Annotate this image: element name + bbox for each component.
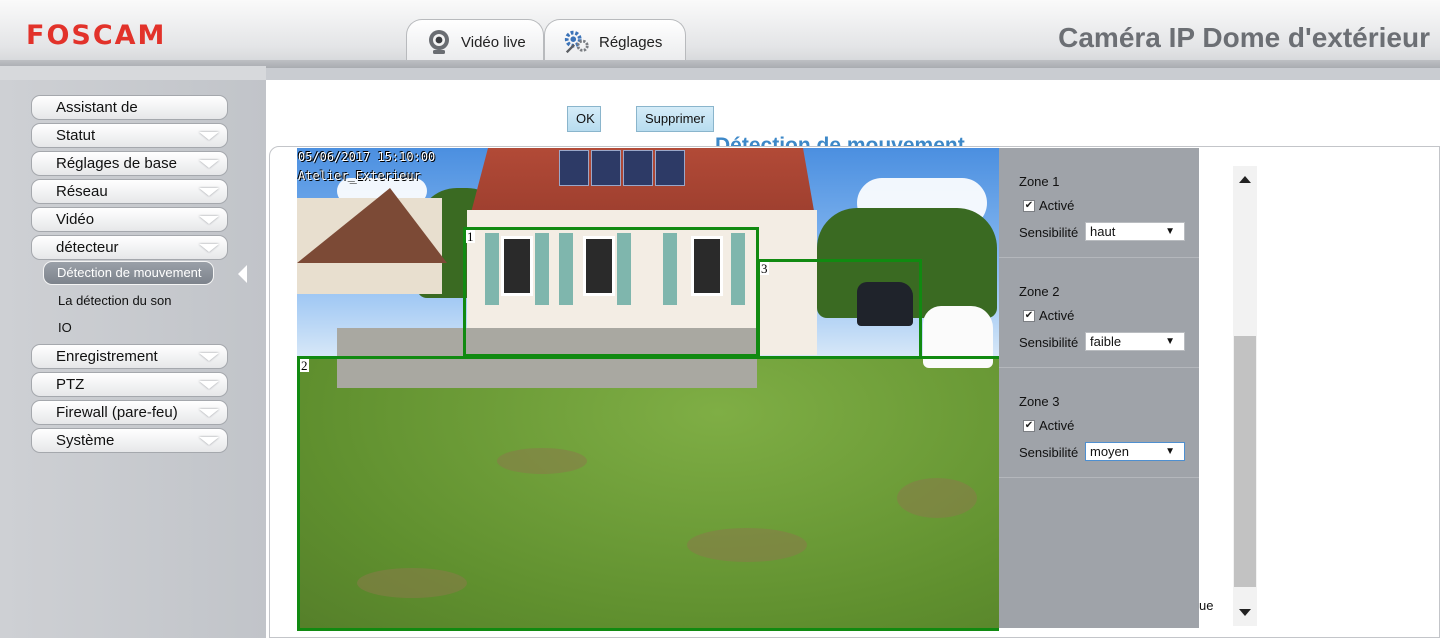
- chevron-down-icon: [199, 353, 219, 361]
- webcam-icon: [425, 28, 453, 56]
- zone-title: Zone 3: [1019, 394, 1060, 409]
- zone-settings-panel: Zone 1 ✔ Activé Sensibilité haut ▼ Zone …: [999, 148, 1199, 628]
- sidebar-item-status[interactable]: Statut: [31, 123, 228, 148]
- zone-title: Zone 2: [1019, 284, 1060, 299]
- sensitivity-value: haut: [1090, 224, 1116, 239]
- sidebar-item-detector[interactable]: détecteur: [31, 235, 228, 260]
- zone-enabled-checkbox[interactable]: ✔: [1023, 309, 1035, 322]
- sidebar-item-ptz[interactable]: PTZ: [31, 372, 228, 397]
- zone-enabled-label: Activé: [1039, 308, 1075, 323]
- chevron-down-icon: [199, 188, 219, 196]
- detection-zone-1[interactable]: 1: [463, 227, 759, 357]
- sidebar-item-video[interactable]: Vidéo: [31, 207, 228, 232]
- dropdown-arrow-icon: ▼: [1165, 226, 1175, 237]
- tab-settings[interactable]: Réglages: [544, 19, 686, 64]
- sidebar-subitem-label: Détection de mouvement: [57, 265, 202, 280]
- zone-config-2: Zone 2 ✔ Activé Sensibilité faible ▼: [999, 258, 1199, 368]
- tab-live-video-label: Vidéo live: [461, 33, 526, 51]
- zone-number-label: 2: [300, 358, 309, 373]
- foscam-logo: FOSCAM: [26, 20, 167, 51]
- zone-enabled-label: Activé: [1039, 198, 1075, 213]
- scroll-down-arrow-icon[interactable]: [1239, 609, 1251, 616]
- tab-settings-label: Réglages: [599, 33, 663, 51]
- sidebar-item-firewall[interactable]: Firewall (pare-feu): [31, 400, 228, 425]
- chevron-down-icon: [199, 244, 219, 252]
- zone-number-label: 1: [466, 229, 475, 244]
- sidebar-item-label: Statut: [56, 127, 96, 144]
- gears-icon: [563, 28, 591, 56]
- sidebar-item-label: PTZ: [56, 376, 85, 393]
- sidebar-item-label: Enregistrement: [56, 348, 158, 365]
- zone-enabled-label: Activé: [1039, 418, 1075, 433]
- zone-enabled-checkbox[interactable]: ✔: [1023, 419, 1035, 432]
- sidebar-item-basic-settings[interactable]: Réglages de base: [31, 151, 228, 176]
- detection-zone-2[interactable]: 2: [297, 356, 999, 631]
- sidebar-subitem-sound-detection[interactable]: La détection du son: [58, 293, 171, 308]
- top-header: FOSCAM Vidéo live Réglages Caméra IP Dom…: [0, 0, 1440, 66]
- sidebar-item-system[interactable]: Système: [31, 428, 228, 453]
- tab-live-video[interactable]: Vidéo live: [406, 19, 544, 64]
- dropdown-arrow-icon: ▼: [1165, 446, 1175, 457]
- device-title: Caméra IP Dome d'extérieur: [1058, 22, 1430, 53]
- detection-zone-3[interactable]: 3: [757, 259, 922, 359]
- sidebar-subitem-io[interactable]: IO: [58, 320, 72, 335]
- chevron-down-icon: [199, 216, 219, 224]
- sidebar-item-network[interactable]: Réseau: [31, 179, 228, 204]
- sidebar-item-label: Firewall (pare-feu): [56, 404, 178, 421]
- camera-solar-panel: [559, 150, 589, 186]
- osd-camera-name: Atelier_Exterieur: [298, 169, 421, 183]
- sensitivity-label: Sensibilité: [1019, 335, 1079, 350]
- zone-config-3: Zone 3 ✔ Activé Sensibilité moyen ▼: [999, 368, 1199, 478]
- chevron-down-icon: [199, 160, 219, 168]
- sidebar-item-label: Vidéo: [56, 211, 95, 228]
- partial-text: ue: [1199, 598, 1214, 613]
- sidebar-item-label: détecteur: [56, 239, 119, 256]
- scroll-up-arrow-icon[interactable]: [1239, 176, 1251, 183]
- sensitivity-select[interactable]: haut ▼: [1085, 222, 1185, 241]
- sidebar-item-label: Réglages de base: [56, 155, 177, 172]
- dropdown-arrow-icon: ▼: [1165, 336, 1175, 347]
- camera-solar-panel: [655, 150, 685, 186]
- sensitivity-value: faible: [1090, 334, 1122, 349]
- zone-enabled-row: ✔ Activé: [1023, 198, 1074, 213]
- sensitivity-label: Sensibilité: [1019, 225, 1079, 240]
- zone-enabled-row: ✔ Activé: [1023, 308, 1074, 323]
- scrollbar-thumb[interactable]: [1234, 336, 1256, 587]
- sensitivity-select[interactable]: moyen ▼: [1085, 442, 1185, 461]
- zone-config-1: Zone 1 ✔ Activé Sensibilité haut ▼: [999, 148, 1199, 258]
- camera-solar-panel: [623, 150, 653, 186]
- zone-title: Zone 1: [1019, 174, 1060, 189]
- sidebar-subitem-motion-detection[interactable]: Détection de mouvement: [43, 261, 214, 285]
- camera-solar-panel: [591, 150, 621, 186]
- delete-button[interactable]: Supprimer: [636, 106, 714, 132]
- ok-button[interactable]: OK: [567, 106, 601, 132]
- zone-enabled-row: ✔ Activé: [1023, 418, 1074, 433]
- sensitivity-label: Sensibilité: [1019, 445, 1079, 460]
- sidebar-item-setup-wizard[interactable]: Assistant de configuration: [31, 95, 228, 139]
- chevron-down-icon: [199, 437, 219, 445]
- sensitivity-select[interactable]: faible ▼: [1085, 332, 1185, 351]
- chevron-down-icon: [199, 409, 219, 417]
- sidebar-item-label: Réseau: [56, 183, 108, 200]
- osd-datetime: 05/06/2017 15:10:00: [298, 150, 436, 164]
- sensitivity-value: moyen: [1090, 444, 1130, 459]
- chevron-down-icon: [199, 381, 219, 389]
- zone-number-label: 3: [760, 261, 769, 276]
- chevron-down-icon: [199, 132, 219, 140]
- sidebar-item-recording[interactable]: Enregistrement: [31, 344, 228, 369]
- sidebar-item-label: Système: [56, 432, 115, 449]
- camera-snapshot: 05/06/2017 15:10:00 Atelier_Exterieur 1 …: [297, 148, 999, 631]
- active-item-pointer-icon: [238, 265, 247, 283]
- zone-enabled-checkbox[interactable]: ✔: [1023, 199, 1035, 212]
